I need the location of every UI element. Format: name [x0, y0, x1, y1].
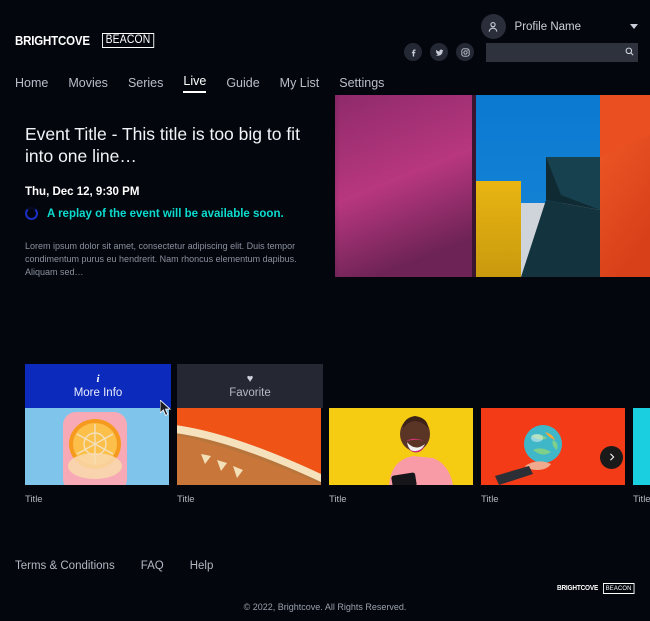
mouse-cursor: [159, 398, 172, 422]
nav-item-home[interactable]: Home: [15, 76, 48, 93]
app-root: BRIGHTCOVE BEACON Profile Name Home Movi…: [0, 0, 650, 621]
thumbnail[interactable]: [177, 408, 321, 485]
favorite-label: Favorite: [229, 386, 271, 399]
list-item-title: Title: [329, 494, 347, 505]
hero-content: Event Title - This title is too big to f…: [25, 123, 325, 279]
footer-links: Terms & Conditions FAQ Help: [15, 560, 650, 572]
brand-logo-word: BRIGHTCOVE: [15, 33, 90, 48]
favorite-button[interactable]: ♥ Favorite: [177, 364, 323, 408]
loading-spinner-icon: [25, 207, 38, 220]
list-item-title: Title: [25, 494, 43, 505]
more-info-button[interactable]: i More Info: [25, 364, 171, 408]
list-item[interactable]: Title: [329, 408, 473, 505]
social-links: [404, 43, 474, 61]
hero-actions: i More Info ♥ Favorite: [25, 364, 323, 408]
replay-notice-label: A replay of the event will be available …: [47, 207, 284, 220]
thumbnail[interactable]: [481, 408, 625, 485]
user-avatar-icon: [480, 14, 506, 39]
list-item[interactable]: Title: [177, 408, 321, 505]
list-item-title: Title: [481, 494, 499, 505]
thumbnail[interactable]: [329, 408, 473, 485]
search-bar[interactable]: [486, 43, 638, 62]
more-info-label: More Info: [73, 387, 123, 399]
chevron-right-icon: [607, 449, 617, 467]
list-item-title: Title: [177, 494, 195, 505]
replay-notice: A replay of the event will be available …: [25, 207, 325, 220]
related-rail-track: Title Title Title Title Title: [0, 408, 650, 505]
nav-item-live[interactable]: Live: [183, 74, 207, 93]
info-icon: i: [96, 373, 100, 385]
list-item-title: Title: [633, 494, 650, 505]
footer-brand-logo: BRIGHTCOVE BEACON: [557, 583, 638, 594]
nav-item-series[interactable]: Series: [128, 76, 163, 93]
search-input[interactable]: [492, 47, 624, 58]
nav-item-movies[interactable]: Movies: [68, 76, 108, 93]
thumbnail[interactable]: [25, 408, 169, 485]
twitter-icon[interactable]: [430, 43, 448, 61]
event-title: Event Title - This title is too big to f…: [25, 124, 300, 166]
main-nav: Home Movies Series Live Guide My List Se…: [15, 74, 384, 93]
site-header: BRIGHTCOVE BEACON Profile Name Home Movi…: [0, 0, 650, 95]
nav-item-guide[interactable]: Guide: [226, 76, 259, 93]
thumbnail[interactable]: [633, 408, 650, 485]
footer-logo-word: BRIGHTCOVE: [556, 585, 598, 592]
brand-logo[interactable]: BRIGHTCOVE BEACON: [15, 33, 160, 48]
nav-item-settings[interactable]: Settings: [339, 76, 384, 93]
facebook-icon[interactable]: [404, 43, 422, 61]
hero-section: Event Title - This title is too big to f…: [0, 95, 650, 417]
brand-logo-box: BEACON: [102, 33, 155, 48]
list-item[interactable]: Title: [25, 408, 169, 505]
instagram-icon[interactable]: [456, 43, 474, 61]
event-description: Lorem ipsum dolor sit amet, consectetur …: [25, 241, 297, 277]
heart-icon: ♥: [246, 372, 254, 385]
footer-logo-box: BEACON: [603, 583, 635, 594]
related-rail: Title Title Title Title Title: [0, 408, 650, 518]
footer-link-help[interactable]: Help: [190, 560, 214, 572]
site-footer: Terms & Conditions FAQ Help BRIGHTCOVE B…: [0, 560, 650, 612]
nav-item-my-list[interactable]: My List: [280, 76, 320, 93]
footer-link-terms[interactable]: Terms & Conditions: [15, 560, 115, 572]
list-item[interactable]: Title: [633, 408, 650, 505]
chevron-down-icon[interactable]: [630, 24, 638, 29]
rail-next-button[interactable]: [600, 446, 623, 469]
search-icon[interactable]: [624, 44, 635, 62]
event-date: Thu, Dec 12, 9:30 PM: [25, 186, 140, 198]
copyright-text: © 2022, Brightcove. All Rights Reserved.: [243, 602, 407, 612]
profile-name-label: Profile Name: [514, 20, 581, 33]
footer-link-faq[interactable]: FAQ: [141, 560, 164, 572]
hero-image: [335, 95, 650, 277]
profile-menu[interactable]: Profile Name: [480, 14, 638, 39]
